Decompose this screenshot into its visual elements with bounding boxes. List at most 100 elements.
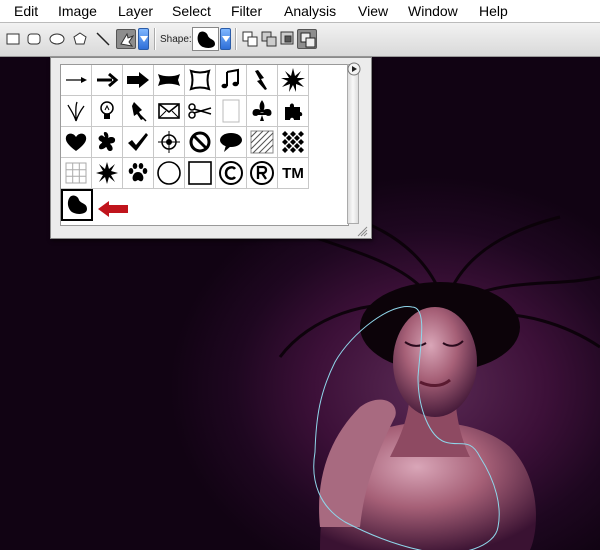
custom-shape-icon: [120, 32, 135, 47]
menu-select[interactable]: Select: [172, 3, 211, 19]
panel-menu-button[interactable]: [347, 62, 361, 76]
shape-starburst[interactable]: [278, 65, 309, 96]
shape-bold-arrow[interactable]: [123, 65, 154, 96]
new-layer-icon: [242, 31, 258, 47]
panel-scrollbar[interactable]: [347, 64, 359, 224]
shape-splat[interactable]: [92, 127, 123, 158]
lightning-icon: [255, 70, 267, 90]
subtract-shape-button[interactable]: [278, 29, 298, 49]
shape-blank-page[interactable]: [216, 96, 247, 127]
banner-icon: [158, 74, 180, 86]
rectangle-tool-button[interactable]: [3, 29, 23, 49]
shape-square[interactable]: [185, 158, 216, 189]
splat-icon: [98, 132, 116, 151]
shape-puzzle[interactable]: [278, 96, 309, 127]
menu-bar: Edit Image Layer Select Filter Analysis …: [0, 0, 600, 23]
shape-envelope[interactable]: [154, 96, 185, 127]
shape-heart[interactable]: [61, 127, 92, 158]
shape-hatch-pattern[interactable]: [247, 127, 278, 158]
resize-handle[interactable]: [356, 224, 368, 237]
copyright-icon: [219, 161, 243, 185]
rectangle-icon: [6, 33, 20, 45]
arrow-icon: [97, 72, 119, 88]
puzzle-icon: [285, 103, 303, 120]
menu-window[interactable]: Window: [408, 3, 458, 19]
options-bar: Shape:: [0, 23, 600, 57]
menu-layer[interactable]: Layer: [118, 3, 153, 19]
shape-swatch[interactable]: [192, 27, 219, 51]
divider: [154, 28, 156, 50]
shape-fleur-de-lis[interactable]: [247, 96, 278, 127]
intersect-shape-button[interactable]: [297, 29, 317, 49]
speech-bubble-icon: [220, 133, 242, 152]
heart-icon: [65, 133, 87, 151]
shape-trademark[interactable]: TM: [278, 158, 309, 189]
shape-label: Shape:: [160, 34, 192, 45]
shape-crosshair[interactable]: [154, 127, 185, 158]
rounded-rectangle-tool-button[interactable]: [24, 29, 44, 49]
menu-help[interactable]: Help: [479, 3, 508, 19]
music-notes-icon: [221, 68, 239, 89]
shape-scissors[interactable]: [185, 96, 216, 127]
checkmark-icon: [128, 133, 148, 151]
shape-copyright[interactable]: [216, 158, 247, 189]
hatch-pattern-icon: [250, 130, 274, 154]
divider: [235, 28, 237, 50]
fleur-de-lis-icon: [252, 100, 272, 121]
shape-custom-blob-selected[interactable]: [61, 189, 93, 221]
shape-pushpin[interactable]: [123, 96, 154, 127]
thin-arrow-icon: [66, 77, 87, 83]
shape-circle[interactable]: [154, 158, 185, 189]
chevron-down-icon: [140, 36, 148, 42]
shape-grid[interactable]: [61, 158, 92, 189]
menu-analysis[interactable]: Analysis: [284, 3, 336, 19]
shape-registered[interactable]: [247, 158, 278, 189]
shape-diamond-grid[interactable]: [278, 127, 309, 158]
shape-speech-bubble[interactable]: [216, 127, 247, 158]
tool-preset-dropdown[interactable]: [138, 28, 149, 50]
menu-view[interactable]: View: [358, 3, 388, 19]
shape-no-symbol[interactable]: [185, 127, 216, 158]
envelope-icon: [158, 103, 180, 119]
grid-icon: [65, 162, 87, 184]
ellipse-icon: [49, 33, 65, 45]
shape-thin-arrow[interactable]: [61, 65, 92, 96]
square-icon: [188, 161, 212, 185]
no-symbol-icon: [189, 131, 211, 153]
shape-checkmark[interactable]: [123, 127, 154, 158]
shape-lightbulb[interactable]: [92, 96, 123, 127]
custom-shape-tool-button[interactable]: [116, 29, 136, 49]
pointer-arrow-icon: [98, 201, 130, 222]
shape-paw-print[interactable]: [123, 158, 154, 189]
subtract-shape-icon: [280, 31, 294, 45]
chevron-down-icon: [222, 36, 230, 42]
add-to-shape-button[interactable]: [259, 29, 279, 49]
trademark-icon: TM: [282, 164, 304, 182]
new-shape-layer-button[interactable]: [240, 29, 260, 49]
rounded-rectangle-icon: [27, 33, 41, 45]
spiky-star-icon: [96, 162, 118, 184]
shape-frame[interactable]: [185, 65, 216, 96]
shape-banner[interactable]: [154, 65, 185, 96]
menu-image[interactable]: Image: [58, 3, 97, 19]
polygon-tool-button[interactable]: [70, 29, 90, 49]
line-tool-button[interactable]: [93, 29, 113, 49]
shape-spiky-star[interactable]: [92, 158, 123, 189]
shape-picker-panel: TM: [50, 57, 372, 239]
starburst-icon: [281, 68, 305, 92]
ellipse-tool-button[interactable]: [47, 29, 67, 49]
shape-grass[interactable]: [61, 96, 92, 127]
scissors-icon: [188, 103, 212, 119]
shape-picker-dropdown[interactable]: [220, 28, 231, 50]
registered-icon: [250, 161, 274, 185]
menu-edit[interactable]: Edit: [14, 3, 38, 19]
shape-lightning[interactable]: [247, 65, 278, 96]
shape-arrow[interactable]: [92, 65, 123, 96]
lightbulb-icon: [100, 101, 114, 119]
shape-music-notes[interactable]: [216, 65, 247, 96]
polygon-icon: [73, 32, 87, 45]
blank-page-icon: [222, 99, 240, 123]
blob-shape-icon: [67, 195, 87, 214]
menu-filter[interactable]: Filter: [231, 3, 262, 19]
shape-grid: TM: [60, 64, 349, 226]
